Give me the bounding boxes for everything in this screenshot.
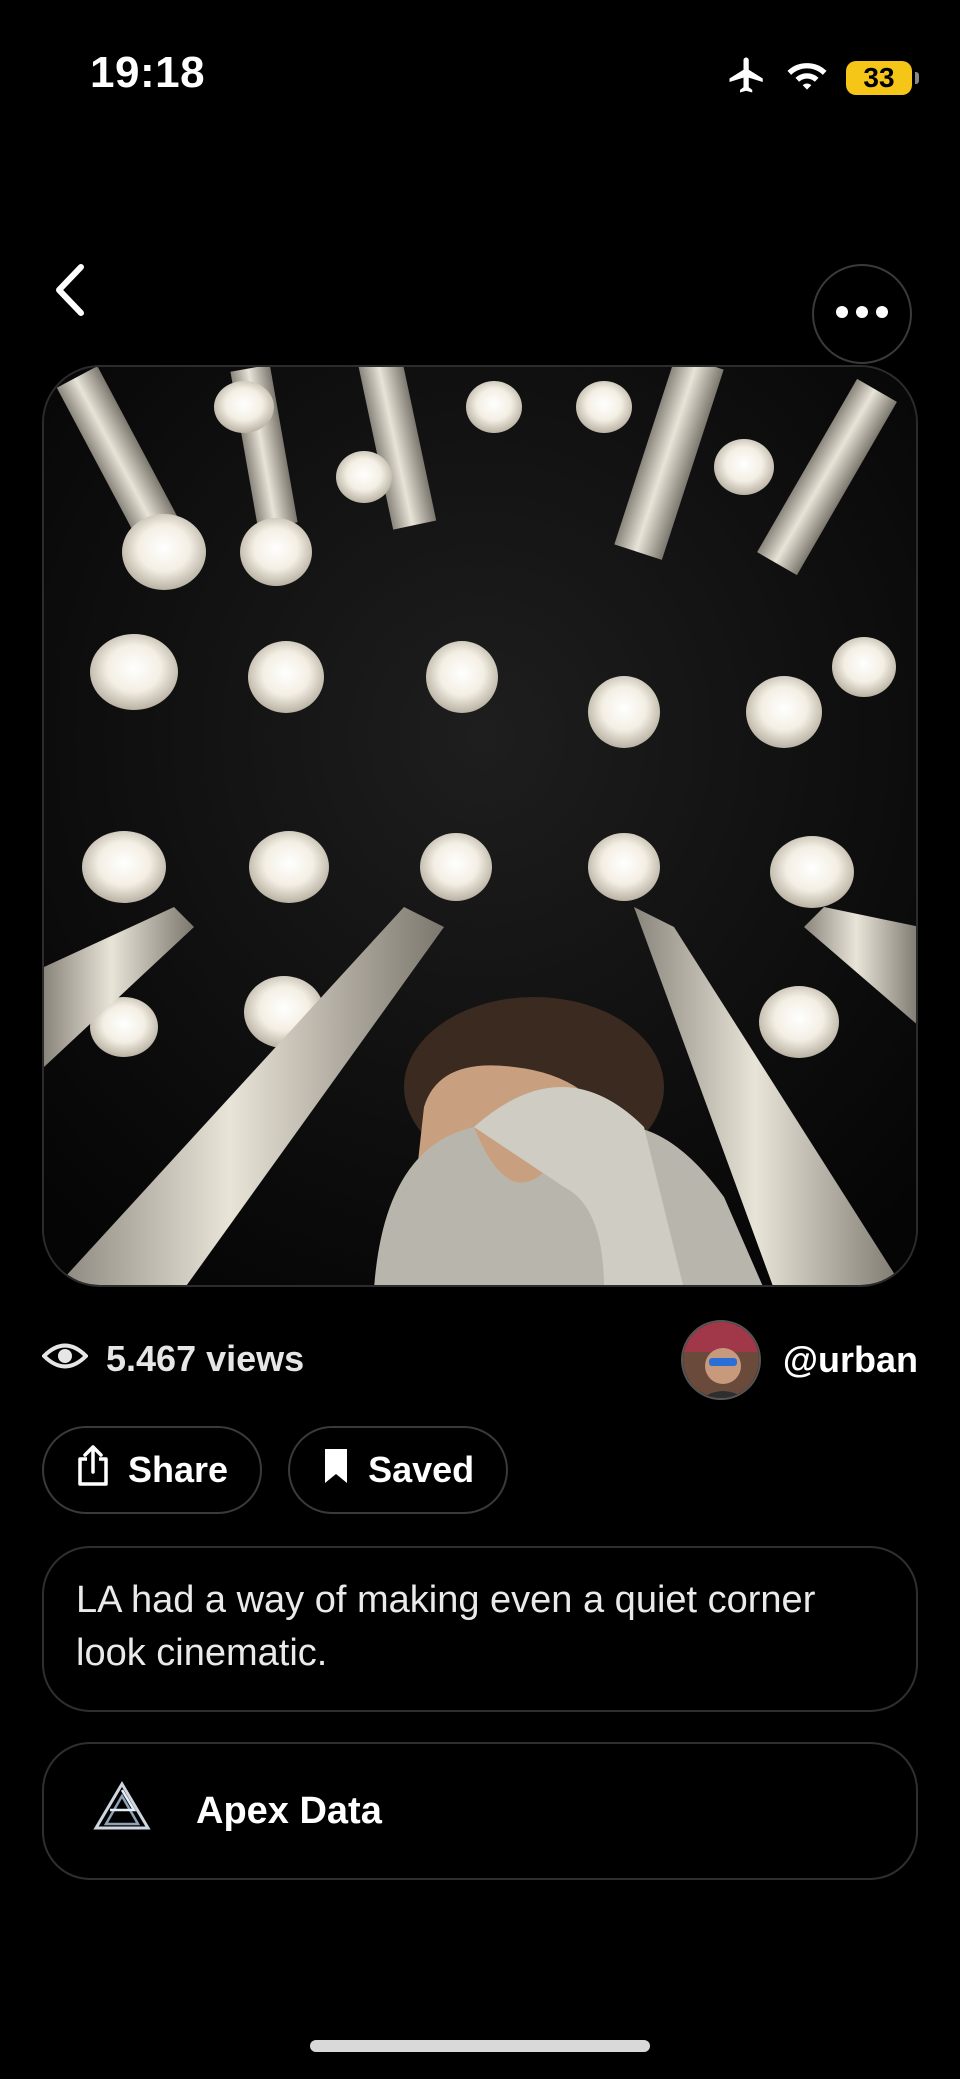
author-link[interactable]: @urban <box>680 1320 918 1400</box>
caption-text: LA had a way of making even a quiet corn… <box>76 1579 816 1674</box>
wifi-icon <box>786 58 828 97</box>
status-icons: 33 <box>726 54 919 101</box>
apex-logo <box>92 1780 152 1842</box>
view-count: 5.467 views <box>41 1338 305 1380</box>
more-options-button[interactable] <box>812 264 912 364</box>
back-button[interactable] <box>40 262 100 322</box>
saved-button[interactable]: Saved <box>288 1426 509 1514</box>
status-bar: 19:18 33 <box>0 0 960 150</box>
photo-illustration <box>44 367 916 1285</box>
battery-level: 33 <box>863 61 895 93</box>
home-indicator[interactable] <box>310 2040 650 2052</box>
post-photo[interactable] <box>42 365 918 1287</box>
avatar[interactable] <box>680 1320 761 1400</box>
author-handle[interactable]: @urban <box>783 1339 918 1381</box>
share-icon <box>76 1444 110 1496</box>
post-caption: LA had a way of making even a quiet corn… <box>42 1546 918 1712</box>
post-actions: Share Saved <box>42 1426 509 1514</box>
share-button[interactable]: Share <box>42 1426 263 1514</box>
collection-name: Apex Data <box>196 1789 382 1832</box>
chevron-left-icon <box>53 263 87 322</box>
airplane-icon <box>726 54 768 101</box>
status-time: 19:18 <box>90 48 206 97</box>
battery-indicator: 33 <box>846 60 919 95</box>
bookmark-icon <box>322 1446 350 1495</box>
ellipsis-icon <box>835 305 889 324</box>
view-count-label: 5.467 views <box>106 1338 305 1379</box>
post-stats-row: 5.467 views @urban <box>41 1320 918 1400</box>
saved-button-label: Saved <box>368 1449 475 1490</box>
eye-icon <box>41 1338 89 1380</box>
collection-link[interactable]: Apex Data <box>42 1742 918 1880</box>
share-button-label: Share <box>128 1449 229 1490</box>
